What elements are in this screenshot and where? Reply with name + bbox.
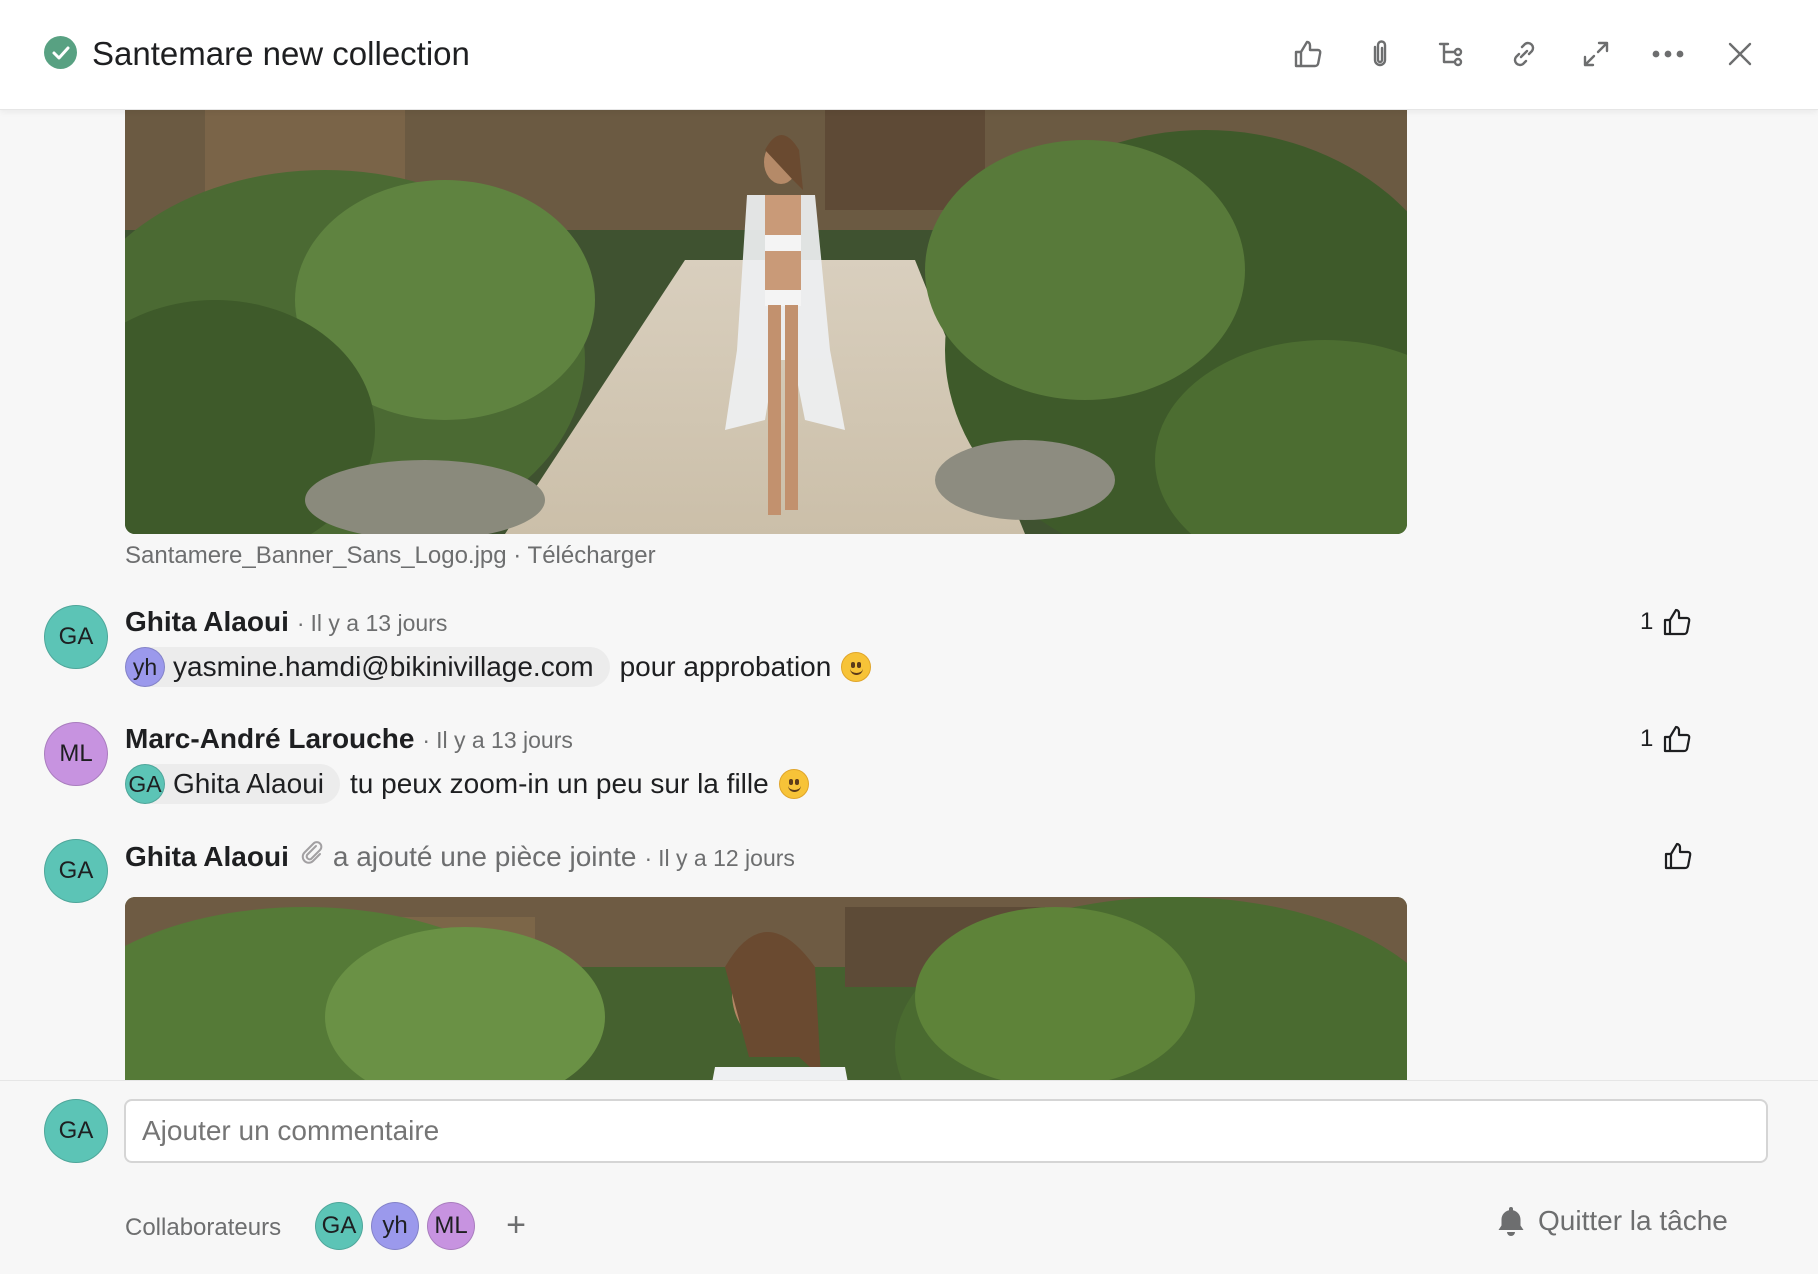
like-button[interactable]: 1 bbox=[1640, 606, 1693, 638]
thumbs-up-icon bbox=[1664, 608, 1691, 636]
leave-task-label: Quitter la tâche bbox=[1538, 1205, 1728, 1236]
mention-avatar: yh bbox=[125, 647, 165, 687]
comment-text: pour approbation bbox=[619, 651, 832, 682]
avatar[interactable]: GA bbox=[44, 1099, 108, 1163]
attachment-filename[interactable]: Santamere_Banner_Sans_Logo.jpg bbox=[125, 542, 507, 569]
subtask-icon[interactable] bbox=[1430, 32, 1474, 76]
avatar[interactable]: ML bbox=[44, 722, 108, 786]
link-icon[interactable] bbox=[1502, 32, 1546, 76]
activity-action: a ajouté une pièce jointe bbox=[332, 841, 637, 872]
mention-chip[interactable]: yh yasmine.hamdi@bikinivillage.com bbox=[125, 647, 610, 687]
comment-body: yh yasmine.hamdi@bikinivillage.com pour … bbox=[125, 647, 872, 687]
leave-task-button[interactable]: Quitter la tâche bbox=[1496, 1205, 1728, 1237]
comment-text: tu peux zoom-in un peu sur la fille bbox=[350, 768, 769, 799]
comment-meta: Ghita Alaoui · Il y a 13 jours bbox=[125, 606, 447, 638]
comment-meta: Marc-André Larouche · Il y a 13 jours bbox=[125, 723, 573, 755]
comment-meta: Ghita Alaoui a ajouté une pièce jointe ·… bbox=[125, 840, 795, 873]
collaborators-label: Collaborateurs bbox=[125, 1214, 282, 1241]
comment-time[interactable]: Il y a 12 jours bbox=[658, 845, 795, 872]
close-icon[interactable] bbox=[1718, 32, 1762, 76]
comment-input[interactable] bbox=[124, 1099, 1768, 1163]
like-button[interactable] bbox=[1662, 840, 1694, 872]
smile-emoji-icon bbox=[841, 652, 872, 682]
mention-chip[interactable]: GA Ghita Alaoui bbox=[125, 764, 340, 804]
avatar-initials: ML bbox=[59, 740, 93, 767]
comment-time[interactable]: Il y a 13 jours bbox=[436, 727, 573, 754]
comment-time[interactable]: Il y a 13 jours bbox=[311, 610, 448, 637]
comment-body: GA Ghita Alaoui tu peux zoom-in un peu s… bbox=[125, 764, 809, 804]
completed-check-icon[interactable] bbox=[44, 36, 77, 69]
attachment-caption: Santamere_Banner_Sans_Logo.jpg · Télécha… bbox=[125, 542, 656, 570]
attachment-image[interactable] bbox=[125, 110, 1407, 534]
avatar[interactable]: GA bbox=[44, 605, 108, 669]
attachment-image[interactable] bbox=[125, 897, 1407, 1080]
like-count: 1 bbox=[1640, 608, 1654, 635]
comment-author[interactable]: Ghita Alaoui bbox=[125, 606, 289, 638]
expand-icon[interactable] bbox=[1574, 32, 1618, 76]
bell-icon bbox=[1498, 1207, 1524, 1236]
more-icon[interactable] bbox=[1646, 32, 1690, 76]
mention-name: Ghita Alaoui bbox=[173, 768, 324, 799]
collaborator-avatar[interactable]: yh bbox=[371, 1202, 419, 1250]
comment-author[interactable]: Ghita Alaoui bbox=[125, 841, 289, 873]
thumbs-up-icon bbox=[1664, 842, 1692, 870]
paperclip-icon[interactable] bbox=[1358, 32, 1402, 76]
like-button[interactable]: 1 bbox=[1640, 723, 1693, 755]
thumbs-up-icon[interactable] bbox=[1286, 32, 1330, 76]
caption-separator: · bbox=[513, 542, 522, 569]
add-collaborator-button[interactable]: + bbox=[496, 1205, 536, 1245]
meta-separator: · bbox=[644, 845, 653, 871]
mention-avatar: GA bbox=[125, 764, 165, 804]
collaborator-avatar[interactable]: ML bbox=[427, 1202, 475, 1250]
like-count: 1 bbox=[1640, 725, 1654, 752]
mention-name: yasmine.hamdi@bikinivillage.com bbox=[173, 651, 594, 682]
avatar-initials: GA bbox=[58, 1117, 94, 1144]
task-title[interactable]: Santemare new collection bbox=[92, 34, 470, 74]
download-link[interactable]: Télécharger bbox=[528, 542, 656, 569]
meta-separator: · bbox=[422, 727, 431, 753]
thumbs-up-icon bbox=[1664, 725, 1691, 753]
activity-feed[interactable]: Santamere_Banner_Sans_Logo.jpg · Télécha… bbox=[0, 110, 1818, 1080]
smile-emoji-icon bbox=[778, 769, 809, 799]
avatar-initials: GA bbox=[58, 857, 94, 884]
paperclip-icon bbox=[299, 840, 325, 871]
meta-separator: · bbox=[296, 610, 305, 636]
comment-author[interactable]: Marc-André Larouche bbox=[125, 723, 414, 755]
avatar-initials: GA bbox=[58, 623, 94, 650]
comment-composer: GA Collaborateurs GA yh ML + Quitter la … bbox=[0, 1080, 1818, 1274]
task-header: Santemare new collection bbox=[0, 0, 1818, 110]
avatar[interactable]: GA bbox=[44, 839, 108, 903]
collaborator-avatar[interactable]: GA bbox=[315, 1202, 363, 1250]
